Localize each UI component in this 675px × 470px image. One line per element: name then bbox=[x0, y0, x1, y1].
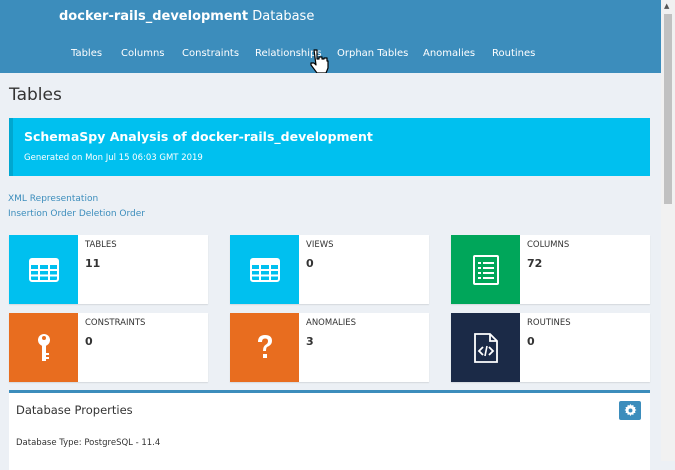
stat-columns-icon-bg bbox=[451, 235, 520, 304]
stat-anomalies[interactable]: ANOMALIES 3 bbox=[230, 313, 429, 382]
nav-tables[interactable]: Tables bbox=[71, 48, 102, 59]
stat-constraints-icon-bg bbox=[9, 313, 78, 382]
stat-label: ANOMALIES bbox=[306, 318, 357, 328]
stat-tables-icon-bg bbox=[9, 235, 78, 304]
properties-heading: Database Properties bbox=[16, 403, 133, 417]
stat-value: 0 bbox=[306, 257, 314, 270]
stat-routines-icon-bg bbox=[451, 313, 520, 382]
question-icon bbox=[257, 334, 272, 358]
stat-label: ROUTINES bbox=[527, 318, 571, 328]
top-header: docker-rails_development Database Tables… bbox=[0, 0, 661, 73]
analysis-callout: SchemaSpy Analysis of docker-rails_devel… bbox=[9, 118, 650, 176]
stat-views[interactable]: VIEWS 0 bbox=[230, 235, 429, 304]
scroll-up-arrow-icon[interactable]: ▲ bbox=[664, 2, 669, 10]
page-title: Tables bbox=[9, 85, 62, 105]
nav-columns[interactable]: Columns bbox=[121, 48, 165, 59]
callout-title: SchemaSpy Analysis of docker-rails_devel… bbox=[24, 129, 373, 144]
list-icon bbox=[472, 254, 499, 285]
stat-constraints[interactable]: CONSTRAINTS 0 bbox=[9, 313, 208, 382]
stat-value: 3 bbox=[306, 335, 314, 348]
stat-tables[interactable]: TABLES 11 bbox=[9, 235, 208, 304]
table-icon bbox=[249, 257, 280, 282]
insertion-order-link[interactable]: Insertion Order Deletion Order bbox=[8, 209, 145, 219]
stat-value: 11 bbox=[85, 257, 101, 270]
key-icon bbox=[37, 333, 50, 361]
nav-routines[interactable]: Routines bbox=[492, 48, 535, 59]
stat-routines[interactable]: ROUTINES 0 bbox=[451, 313, 650, 382]
code-file-icon bbox=[473, 332, 498, 363]
settings-button[interactable] bbox=[619, 401, 641, 420]
stat-label: TABLES bbox=[85, 240, 117, 250]
stat-value: 0 bbox=[527, 335, 535, 348]
database-type: Database Type: PostgreSQL - 11.4 bbox=[16, 438, 161, 448]
stat-value: 0 bbox=[85, 335, 93, 348]
stat-columns[interactable]: COLUMNS 72 bbox=[451, 235, 650, 304]
stat-label: COLUMNS bbox=[527, 240, 570, 250]
stat-label: CONSTRAINTS bbox=[85, 318, 146, 328]
callout-subtitle: Generated on Mon Jul 15 06:03 GMT 2019 bbox=[24, 153, 203, 163]
stat-anomalies-icon-bg bbox=[230, 313, 299, 382]
stat-value: 72 bbox=[527, 257, 543, 270]
database-name: docker-rails_development bbox=[59, 9, 249, 24]
nav-orphan-tables[interactable]: Orphan Tables bbox=[337, 48, 408, 59]
nav-constraints[interactable]: Constraints bbox=[182, 48, 239, 59]
database-suffix: Database bbox=[252, 9, 315, 24]
stat-views-icon-bg bbox=[230, 235, 299, 304]
scrollbar-thumb[interactable] bbox=[664, 14, 672, 204]
database-title: docker-rails_development Database bbox=[59, 9, 314, 24]
stat-label: VIEWS bbox=[306, 240, 334, 250]
hand-cursor-icon bbox=[310, 49, 329, 74]
vertical-scrollbar[interactable]: ▲ bbox=[661, 0, 675, 461]
database-properties-box: Database Properties Database Type: Postg… bbox=[9, 390, 650, 470]
xml-link[interactable]: XML Representation bbox=[8, 194, 98, 204]
gear-icon bbox=[624, 404, 636, 416]
main-content: Tables SchemaSpy Analysis of docker-rail… bbox=[0, 73, 661, 470]
nav-anomalies[interactable]: Anomalies bbox=[423, 48, 475, 59]
table-icon bbox=[28, 257, 59, 282]
